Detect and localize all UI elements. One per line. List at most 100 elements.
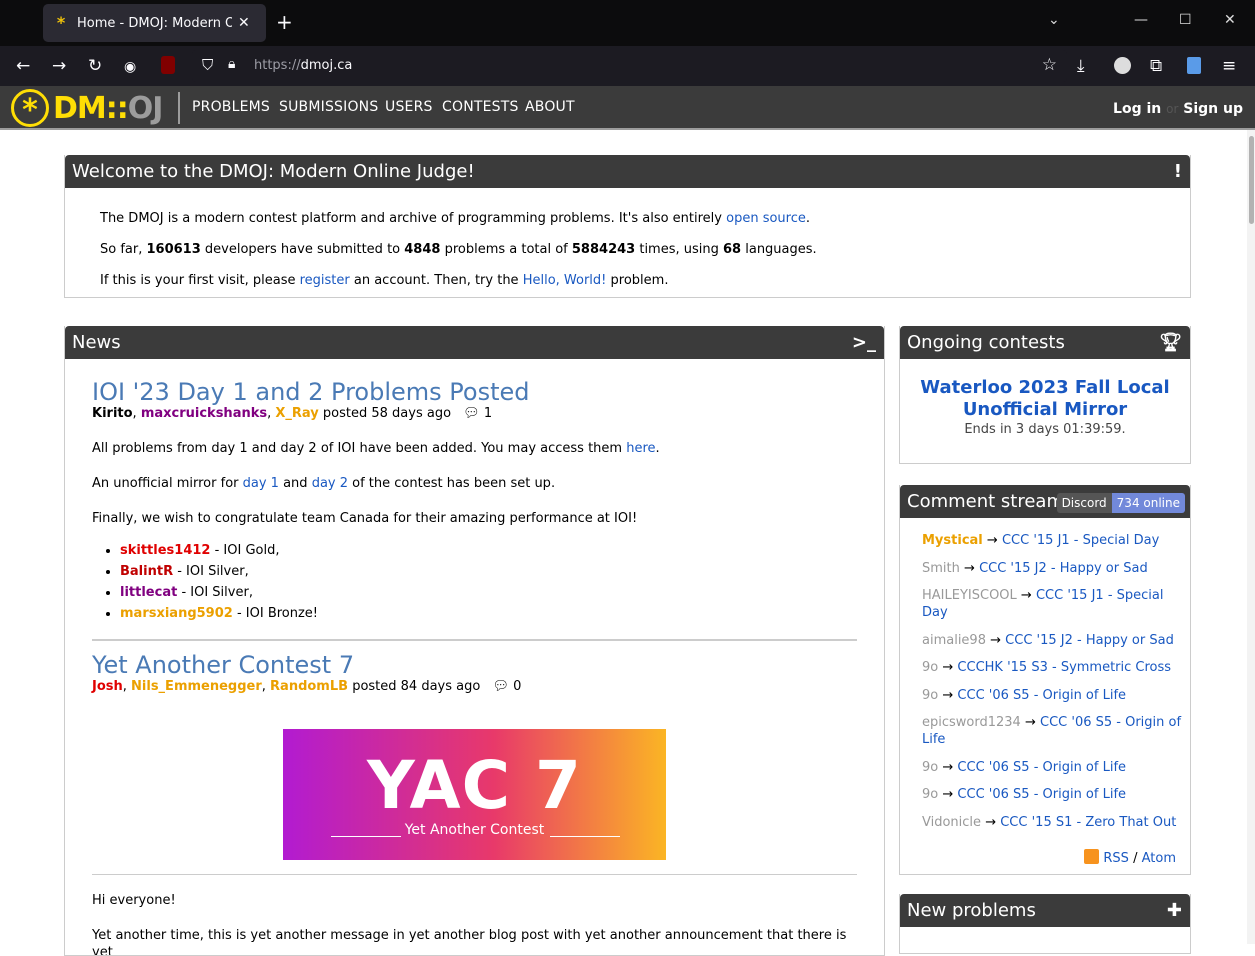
author-link[interactable]: Kirito xyxy=(92,406,133,421)
user-link[interactable]: skittles1412 xyxy=(120,543,210,558)
user-link[interactable]: 9o xyxy=(922,787,938,802)
extension-icon[interactable]: ◉ xyxy=(124,57,136,77)
problem-link[interactable]: CCCHK '15 S3 - Symmetric Cross xyxy=(957,660,1171,675)
tab-list-icon[interactable]: ⌄ xyxy=(1048,12,1060,28)
register-link[interactable]: register xyxy=(300,273,350,288)
reload-icon[interactable]: ↻ xyxy=(88,56,102,76)
author-link[interactable]: Nils_Emmenegger xyxy=(131,679,262,694)
user-link[interactable]: Smith xyxy=(922,561,960,576)
arrow-icon: → xyxy=(1024,715,1036,730)
login-link[interactable]: Log in xyxy=(1113,101,1161,117)
comment-count[interactable]: 1 xyxy=(484,406,492,421)
scrollbar[interactable] xyxy=(1247,130,1255,944)
user-link[interactable]: 9o xyxy=(922,660,938,675)
nav-about[interactable]: ABOUT xyxy=(525,99,575,115)
user-link[interactable]: 9o xyxy=(922,688,938,703)
day2-link[interactable]: day 2 xyxy=(312,476,348,491)
user-link[interactable]: 9o xyxy=(922,760,938,775)
here-link[interactable]: here xyxy=(626,441,655,456)
new-tab-icon[interactable]: + xyxy=(276,11,293,33)
ublock-icon[interactable] xyxy=(161,56,175,74)
puzzle-icon: ✚ xyxy=(1166,900,1182,921)
comment-item: 9o → CCC '06 S5 - Origin of Life xyxy=(922,786,1190,803)
arrow-icon: → xyxy=(1020,588,1032,603)
problem-link[interactable]: CCC '15 S1 - Zero That Out xyxy=(1000,815,1176,830)
problem-link[interactable]: CCC '06 S5 - Origin of Life xyxy=(957,787,1126,802)
arrow-icon: → xyxy=(964,560,975,576)
back-icon[interactable]: ← xyxy=(16,56,30,76)
user-link[interactable]: littlecat xyxy=(120,585,177,600)
post-body: All problems from day 1 and day 2 of IOI… xyxy=(92,440,857,624)
forward-icon[interactable]: → xyxy=(52,56,66,76)
account-icon[interactable] xyxy=(1114,57,1131,74)
user-link[interactable]: Mystical xyxy=(922,533,983,548)
document-icon[interactable] xyxy=(1187,57,1201,74)
award: - IOI Silver, xyxy=(177,585,253,600)
atom-link[interactable]: Atom xyxy=(1142,851,1176,866)
day1-link[interactable]: day 1 xyxy=(243,476,279,491)
award: - IOI Silver, xyxy=(173,564,249,579)
url-text[interactable]: https://dmoj.ca xyxy=(254,58,352,73)
url-bar[interactable]: ⛉ 🔒︎ https://dmoj.ca ☆ xyxy=(192,50,1067,82)
shield-icon[interactable]: ⛉ xyxy=(202,56,213,74)
comment-item: Smith → CCC '15 J2 - Happy or Sad xyxy=(922,560,1190,577)
contest-item: Waterloo 2023 Fall Local Unofficial Mirr… xyxy=(900,359,1190,437)
user-link[interactable]: BalintR xyxy=(120,564,173,579)
minimize-icon[interactable]: — xyxy=(1134,12,1148,28)
paragraph: All problems from day 1 and day 2 of IOI… xyxy=(92,440,857,457)
post-meta: Kirito, maxcruickshanks, X_Ray posted 58… xyxy=(92,406,857,422)
post-title[interactable]: Yet Another Contest 7 xyxy=(92,650,857,680)
text: times, using xyxy=(635,242,724,257)
nav-users[interactable]: USERS xyxy=(385,99,433,115)
sep: , xyxy=(261,679,271,694)
arrow-icon: → xyxy=(985,814,997,830)
discord-badge[interactable]: Discord 734 online xyxy=(1056,493,1185,513)
author-link[interactable]: Josh xyxy=(92,679,123,694)
close-window-icon[interactable]: ✕ xyxy=(1224,12,1236,28)
paragraph: Hi everyone! xyxy=(92,893,176,908)
menu-icon[interactable]: ≡ xyxy=(1222,56,1236,76)
author-link[interactable]: maxcruickshanks xyxy=(141,406,267,421)
user-link[interactable]: epicsword1234 xyxy=(922,715,1021,730)
hello-world-link[interactable]: Hello, World! xyxy=(523,273,607,288)
user-link[interactable]: aimalie98 xyxy=(922,633,986,648)
author-link[interactable]: X_Ray xyxy=(275,406,318,421)
rss-icon[interactable] xyxy=(1084,849,1100,864)
extensions-icon[interactable]: ⧉ xyxy=(1150,56,1162,76)
dmoj-logo[interactable]: * DM:: OJ xyxy=(11,89,163,128)
comment-count[interactable]: 0 xyxy=(513,679,521,694)
contest-link[interactable]: Waterloo 2023 Fall Local Unofficial Mirr… xyxy=(900,377,1190,421)
comments-icon[interactable]: 💬︎ xyxy=(463,406,480,421)
nav-problems[interactable]: PROBLEMS xyxy=(192,99,270,115)
languages-count: 68 xyxy=(723,242,742,257)
maximize-icon[interactable]: ☐ xyxy=(1179,12,1192,28)
nav-submissions[interactable]: SUBMISSIONS xyxy=(279,99,378,115)
problem-link[interactable]: CCC '15 J1 - Special Day xyxy=(1002,533,1159,548)
list-item: marsxiang5902 - IOI Bronze! xyxy=(120,603,857,624)
user-link[interactable]: HAILEYISCOOL xyxy=(922,588,1017,603)
rss-link[interactable]: RSS xyxy=(1103,851,1129,866)
downloads-icon[interactable]: ⤓ xyxy=(1077,56,1085,76)
user-link[interactable]: marsxiang5902 xyxy=(120,606,233,621)
lock-icon[interactable]: 🔒︎ xyxy=(228,56,235,72)
post-title[interactable]: IOI '23 Day 1 and 2 Problems Posted xyxy=(92,377,857,407)
comment-item: aimalie98 → CCC '15 J2 - Happy or Sad xyxy=(922,632,1190,649)
bookmark-star-icon[interactable]: ☆ xyxy=(1042,55,1057,75)
post-meta: Josh, Nils_Emmenegger, RandomLB posted 8… xyxy=(92,679,857,695)
scrollbar-thumb[interactable] xyxy=(1249,136,1254,224)
nav-contests[interactable]: CONTESTS xyxy=(442,99,519,115)
problem-link[interactable]: CCC '06 S5 - Origin of Life xyxy=(957,760,1126,775)
user-link[interactable]: Vidonicle xyxy=(922,815,981,830)
site-navigation: * DM:: OJ PROBLEMS SUBMISSIONS USERS CONT… xyxy=(0,86,1255,130)
close-tab-icon[interactable]: ✕ xyxy=(238,15,250,31)
problem-link[interactable]: CCC '15 J2 - Happy or Sad xyxy=(979,561,1148,576)
text: developers have submitted to xyxy=(200,242,405,257)
browser-tab[interactable]: * Home - DMOJ: Modern Online Judge ✕ xyxy=(43,4,266,42)
comments-icon[interactable]: 💬︎ xyxy=(492,679,509,694)
logo-star-icon: * xyxy=(11,89,49,128)
open-source-link[interactable]: open source xyxy=(726,211,806,226)
problem-link[interactable]: CCC '06 S5 - Origin of Life xyxy=(957,688,1126,703)
author-link[interactable]: RandomLB xyxy=(270,679,348,694)
problem-link[interactable]: CCC '15 J2 - Happy or Sad xyxy=(1005,633,1174,648)
signup-link[interactable]: Sign up xyxy=(1183,101,1243,117)
